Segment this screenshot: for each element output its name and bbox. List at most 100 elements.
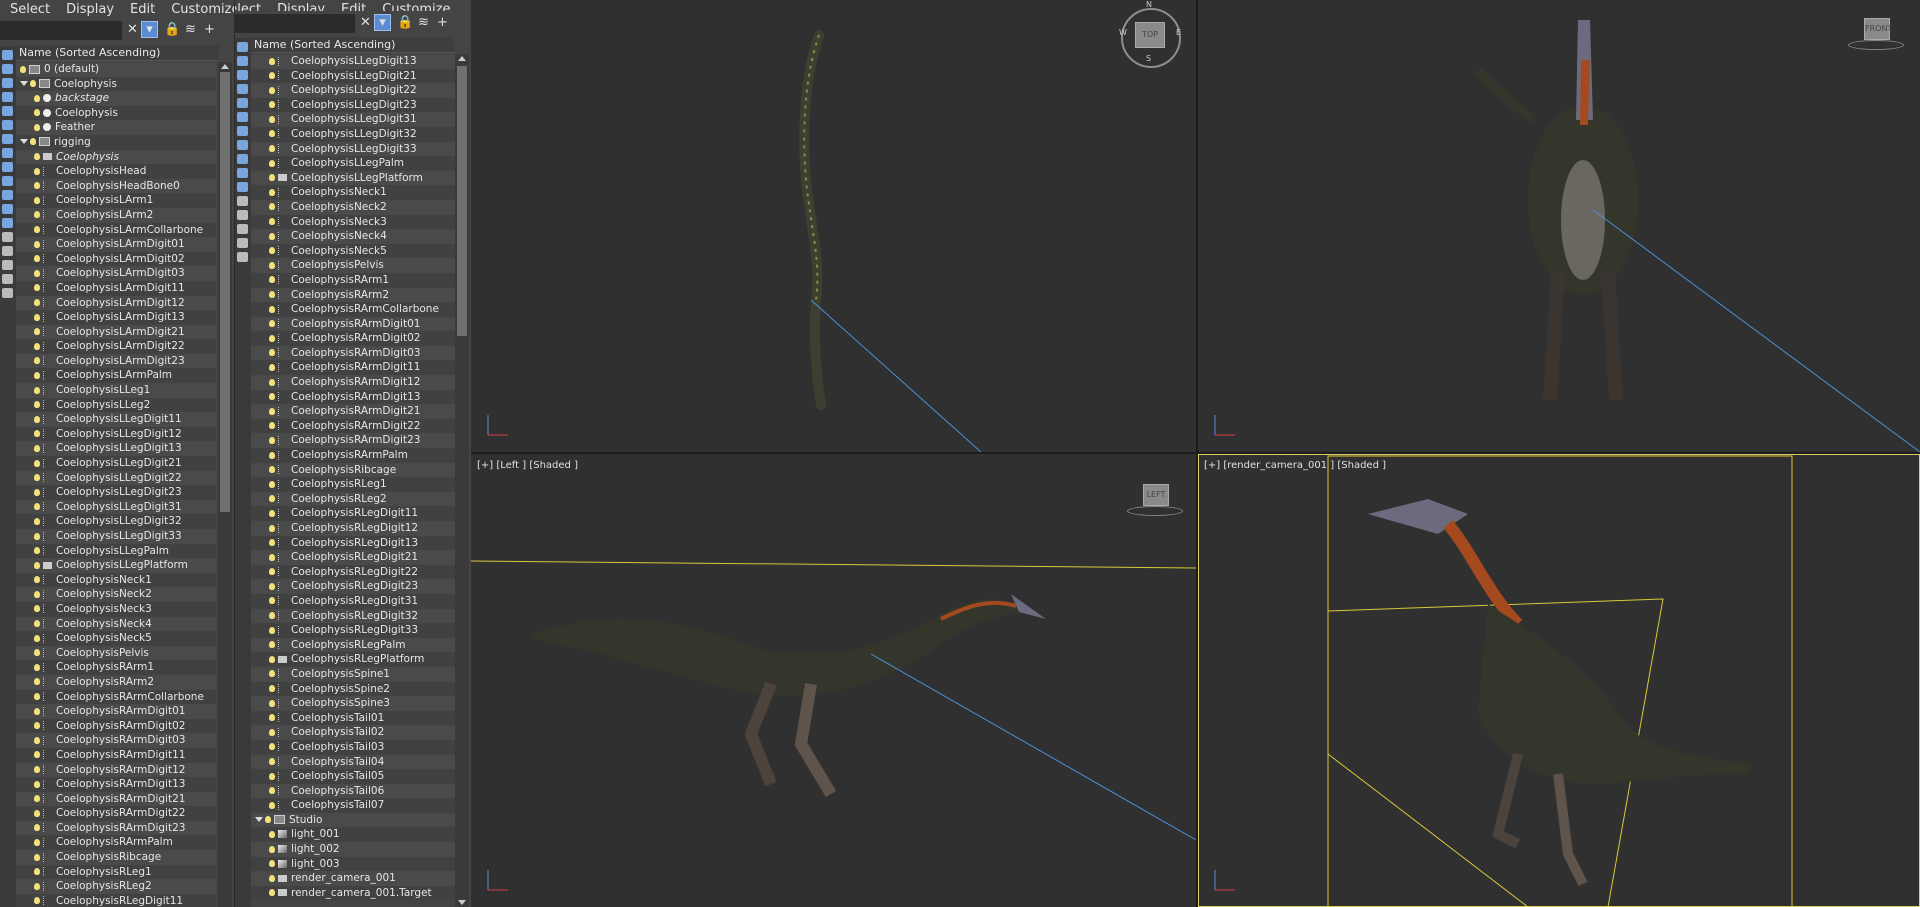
tree-row[interactable]: CoelophysisRArmDigit23 xyxy=(251,433,456,449)
visibility-bulb-icon[interactable] xyxy=(269,553,275,561)
tree-row[interactable]: CoelophysisRLegDigit12 xyxy=(251,521,456,536)
tree-row[interactable]: CoelophysisLLegDigit12 xyxy=(16,426,216,442)
layers-icon[interactable]: ≋ xyxy=(415,14,432,31)
visibility-bulb-icon[interactable] xyxy=(34,693,40,701)
layer-row[interactable]: Coelophysis xyxy=(16,76,216,92)
visibility-bulb-icon[interactable] xyxy=(269,597,275,605)
visibility-bulb-icon[interactable] xyxy=(34,576,40,584)
visibility-bulb-icon[interactable] xyxy=(269,641,275,649)
tree-row[interactable]: CoelophysisTail02 xyxy=(251,725,456,740)
search-input[interactable] xyxy=(235,14,355,33)
filter-toggle-icon[interactable]: ▾ xyxy=(141,21,158,38)
visibility-bulb-icon[interactable] xyxy=(269,743,275,751)
visibility-bulb-icon[interactable] xyxy=(34,722,40,730)
tree-row[interactable]: CoelophysisLLegDigit31 xyxy=(16,499,216,515)
display-helpers-icon[interactable] xyxy=(2,120,13,130)
tree-row[interactable]: CoelophysisRArmDigit12 xyxy=(16,762,216,778)
visibility-bulb-icon[interactable] xyxy=(269,174,275,182)
visibility-bulb-icon[interactable] xyxy=(34,255,40,263)
display-containers-icon[interactable] xyxy=(2,190,13,200)
visibility-bulb-icon[interactable] xyxy=(269,218,275,226)
tree-row[interactable]: CoelophysisRArmDigit21 xyxy=(251,404,456,419)
visibility-bulb-icon[interactable] xyxy=(269,480,275,488)
tree-row[interactable]: CoelophysisLArmDigit02 xyxy=(16,251,216,267)
visibility-bulb-icon[interactable] xyxy=(34,240,40,248)
tree-row[interactable]: CoelophysisLLegDigit21 xyxy=(16,456,216,471)
display-all-icon[interactable] xyxy=(2,232,13,242)
visibility-bulb-icon[interactable] xyxy=(269,261,275,269)
tree-row[interactable]: CoelophysisLArmDigit22 xyxy=(16,339,216,354)
clear-search-icon[interactable]: ✕ xyxy=(357,14,374,31)
tree-row[interactable]: CoelophysisTail07 xyxy=(251,798,456,813)
visibility-bulb-icon[interactable] xyxy=(269,247,275,255)
tree-row[interactable]: CoelophysisLArm2 xyxy=(16,207,216,223)
sync-selection-icon[interactable] xyxy=(2,288,13,298)
tree-row[interactable]: CoelophysisLLegPlatform xyxy=(16,558,216,573)
expand-arrow-icon[interactable] xyxy=(255,817,263,823)
tree-row[interactable]: CoelophysisRLegDigit11 xyxy=(16,893,216,907)
visibility-bulb-icon[interactable] xyxy=(269,655,275,663)
tree-row[interactable]: CoelophysisTail05 xyxy=(251,769,456,784)
tree-row[interactable]: CoelophysisLArmDigit21 xyxy=(16,324,216,340)
visibility-bulb-icon[interactable] xyxy=(34,153,40,161)
tree-row[interactable]: CoelophysisLArmDigit01 xyxy=(16,237,216,252)
visibility-bulb-icon[interactable] xyxy=(34,663,40,671)
visibility-bulb-icon[interactable] xyxy=(34,474,40,482)
visibility-bulb-icon[interactable] xyxy=(34,167,40,175)
tree-row[interactable]: Feather xyxy=(16,120,216,135)
visibility-bulb-icon[interactable] xyxy=(34,897,40,905)
tree-row[interactable]: CoelophysisPelvis xyxy=(16,645,216,661)
visibility-bulb-icon[interactable] xyxy=(34,809,40,817)
display-cameras-icon[interactable] xyxy=(237,98,248,108)
display-objects-icon[interactable] xyxy=(237,42,248,52)
tree-row[interactable]: CoelophysisRLegDigit21 xyxy=(251,550,456,565)
invert-icon[interactable] xyxy=(2,260,13,270)
tree-row[interactable]: Coelophysis xyxy=(16,105,216,121)
visibility-bulb-icon[interactable] xyxy=(34,532,40,540)
tree-row[interactable]: render_camera_001.Target xyxy=(251,885,456,901)
scroll-up-icon[interactable] xyxy=(221,64,229,69)
tree-row[interactable]: CoelophysisRArmDigit21 xyxy=(16,791,216,807)
tree-row[interactable]: CoelophysisRArmDigit01 xyxy=(16,704,216,719)
visibility-bulb-icon[interactable] xyxy=(269,539,275,547)
column-header-name[interactable]: Name (Sorted Ascending) xyxy=(16,45,219,61)
visibility-bulb-icon[interactable] xyxy=(269,830,275,838)
visibility-bulb-icon[interactable] xyxy=(269,334,275,342)
visibility-bulb-icon[interactable] xyxy=(34,182,40,190)
filter-icon[interactable] xyxy=(237,238,248,248)
tree-row[interactable]: CoelophysisLLegDigit31 xyxy=(251,112,456,127)
tree-row[interactable]: render_camera_001 xyxy=(251,871,456,886)
visibility-bulb-icon[interactable] xyxy=(269,145,275,153)
tree-row[interactable]: CoelophysisLLegDigit13 xyxy=(16,441,216,457)
visibility-bulb-icon[interactable] xyxy=(34,882,40,890)
tree-row[interactable]: CoelophysisLArmDigit23 xyxy=(16,353,216,369)
tree-row[interactable]: CoelophysisHeadBone0 xyxy=(16,178,216,194)
tree-row[interactable]: CoelophysisRArm1 xyxy=(251,272,456,288)
display-geometry-icon[interactable] xyxy=(2,64,13,74)
visibility-bulb-icon[interactable] xyxy=(34,780,40,788)
tree-row[interactable]: CoelophysisLLegDigit22 xyxy=(16,470,216,486)
visibility-bulb-icon[interactable] xyxy=(34,342,40,350)
tree-row[interactable]: CoelophysisLLegDigit11 xyxy=(16,412,216,427)
visibility-bulb-icon[interactable] xyxy=(269,845,275,853)
viewport-front[interactable]: FRONT xyxy=(1198,0,1920,452)
layers-icon[interactable]: ≋ xyxy=(182,21,199,38)
tree-row[interactable]: CoelophysisRArmDigit03 xyxy=(16,733,216,748)
tree-row[interactable]: light_003 xyxy=(251,856,456,872)
visibility-bulb-icon[interactable] xyxy=(269,101,275,109)
visibility-bulb-icon[interactable] xyxy=(34,284,40,292)
visibility-bulb-icon[interactable] xyxy=(34,824,40,832)
scrollbar-thumb[interactable] xyxy=(457,66,467,336)
tree-row[interactable]: CoelophysisRArmDigit03 xyxy=(251,345,456,361)
tree-row[interactable]: CoelophysisRArmDigit01 xyxy=(251,316,456,332)
visibility-bulb-icon[interactable] xyxy=(34,736,40,744)
scroll-up-icon[interactable] xyxy=(458,56,466,61)
tree-row[interactable]: CoelophysisNeck3 xyxy=(16,601,216,617)
viewcube[interactable]: LEFT xyxy=(1143,484,1169,506)
visibility-bulb-icon[interactable] xyxy=(269,889,275,897)
tree-row[interactable]: CoelophysisRLeg2 xyxy=(16,879,216,894)
column-header-name[interactable]: Name (Sorted Ascending) xyxy=(251,37,454,53)
visibility-bulb-icon[interactable] xyxy=(34,123,40,131)
tree-row[interactable]: CoelophysisSpine2 xyxy=(251,681,456,697)
display-shapes-icon[interactable] xyxy=(237,70,248,80)
